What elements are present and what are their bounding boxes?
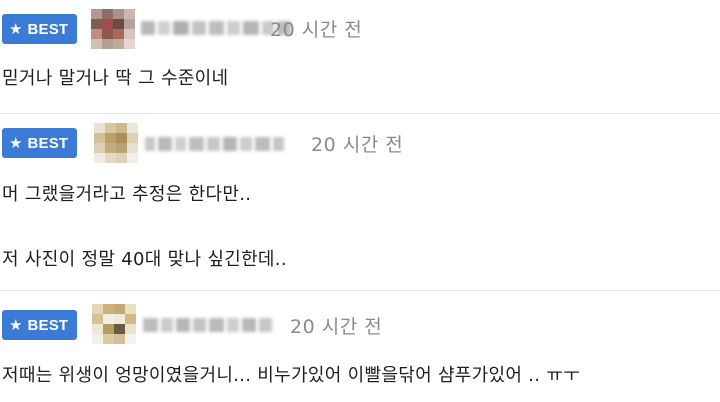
divider: [0, 290, 720, 291]
comment-text: 저때는 위생이 엉망이였을거니... 비누가있어 이빨을닦어 샴푸가있어 .. …: [2, 365, 581, 386]
best-label: BEST: [27, 134, 69, 152]
best-badge: ★ BEST: [2, 128, 77, 158]
best-badge: ★ BEST: [2, 310, 77, 340]
comment-time: 20 시간 전: [270, 19, 363, 41]
best-badge: ★ BEST: [2, 14, 77, 44]
comment-text: 저 사진이 정말 40대 맞나 싶긴한데..: [2, 249, 287, 270]
comment-text: 믿거나 말거나 딱 그 수준이네: [2, 68, 229, 89]
nickname[interactable]: [145, 133, 287, 155]
avatar[interactable]: [92, 304, 136, 344]
comment-time: 20 시간 전: [290, 316, 383, 338]
best-label: BEST: [27, 20, 69, 38]
comment-time: 20 시간 전: [311, 134, 404, 156]
divider: [0, 113, 720, 114]
star-icon: ★: [9, 315, 23, 334]
star-icon: ★: [9, 133, 23, 152]
best-label: BEST: [27, 316, 69, 334]
star-icon: ★: [9, 19, 23, 38]
avatar[interactable]: [91, 9, 135, 49]
nickname[interactable]: [143, 314, 275, 336]
avatar[interactable]: [94, 123, 138, 163]
comment-text: 머 그랬을거라고 추정은 한다만..: [2, 184, 252, 205]
